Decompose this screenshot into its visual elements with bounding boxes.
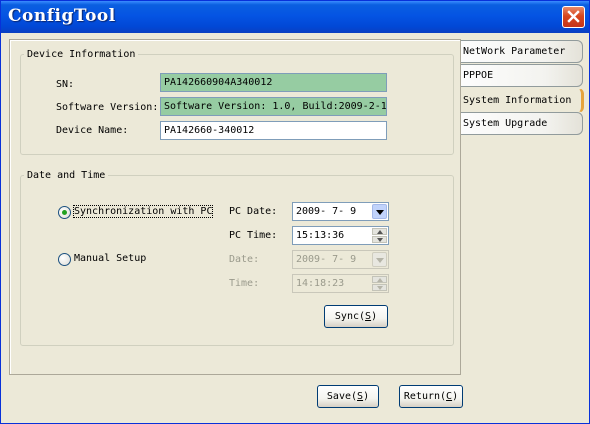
tab-label: System Upgrade	[463, 118, 548, 129]
sync-button[interactable]: Sync(S)	[324, 305, 388, 328]
sn-field[interactable]: PA142660904A340012	[160, 73, 387, 92]
software-version-label: Software Version:	[56, 102, 159, 113]
chevron-down-icon	[376, 258, 384, 263]
date-label: Date:	[229, 254, 260, 265]
sync-with-pc-label[interactable]: Synchronization with PC	[72, 205, 214, 218]
chevron-down-icon	[377, 286, 383, 290]
spin-control[interactable]	[372, 276, 387, 291]
device-name-input[interactable]: PA142660-340012	[160, 121, 387, 140]
group-title: Device Information	[27, 49, 136, 60]
device-name-label: Device Name:	[56, 125, 129, 136]
save-button[interactable]: Save(S)	[317, 385, 379, 408]
chevron-down-icon	[377, 238, 383, 242]
tab-label: NetWork Parameter	[463, 46, 566, 57]
pc-date-picker[interactable]: 2009- 7- 9	[292, 202, 389, 221]
close-button[interactable]	[562, 6, 585, 28]
accelerator-key: C	[446, 391, 453, 402]
chevron-down-icon	[376, 210, 384, 215]
time-value: 14:18:23	[296, 278, 345, 289]
pc-time-spinner[interactable]: 15:13:36	[292, 226, 389, 245]
spin-control[interactable]	[372, 228, 387, 243]
chevron-up-icon	[377, 230, 383, 234]
sync-with-pc-radio[interactable]	[58, 206, 71, 219]
tab-pppoe[interactable]: PPPOE	[460, 64, 583, 87]
radio-selected-dot	[62, 210, 67, 215]
pc-date-value: 2009- 7- 9	[296, 206, 357, 217]
time-label: Time:	[229, 278, 260, 289]
title-bar[interactable]: ConfigTool	[1, 1, 589, 33]
time-spinner[interactable]: 14:18:23	[292, 274, 389, 293]
date-picker[interactable]: 2009- 7- 9	[292, 250, 389, 269]
sn-label: SN:	[56, 79, 75, 90]
manual-setup-label[interactable]: Manual Setup	[74, 253, 146, 264]
spin-down-button[interactable]	[372, 284, 387, 291]
chevron-up-icon	[377, 278, 383, 282]
spin-up-button[interactable]	[372, 276, 387, 283]
pc-time-label: PC Time:	[229, 230, 278, 241]
return-button[interactable]: Return(C)	[399, 385, 463, 408]
accelerator-key: S	[365, 311, 372, 322]
software-version-field[interactable]: Software Version: 1.0, Build:2009-2-1	[160, 97, 387, 116]
group-title: Date and Time	[27, 170, 106, 181]
button-text: Save	[326, 391, 351, 402]
window-title: ConfigTool	[8, 6, 116, 26]
tab-label: PPPOE	[463, 70, 494, 81]
accelerator-key: S	[357, 391, 364, 402]
pc-time-value: 15:13:36	[296, 230, 345, 241]
config-tool-window: ConfigTool NetWork Parameter PPPOE Syste…	[0, 0, 590, 424]
button-text: Sync	[334, 311, 359, 322]
manual-setup-radio[interactable]	[58, 253, 71, 266]
button-text: Return	[403, 391, 441, 402]
spin-down-button[interactable]	[372, 236, 387, 243]
content-panel: Device Information SN: PA142660904A34001…	[9, 39, 461, 375]
dropdown-button[interactable]	[372, 204, 387, 219]
spin-up-button[interactable]	[372, 228, 387, 235]
tab-network-parameter[interactable]: NetWork Parameter	[460, 40, 583, 63]
tab-system-upgrade[interactable]: System Upgrade	[460, 112, 583, 135]
tab-system-information[interactable]: System Information	[460, 88, 584, 113]
dropdown-button[interactable]	[372, 252, 387, 267]
tab-label: System Information	[463, 95, 572, 106]
date-value: 2009- 7- 9	[296, 254, 357, 265]
close-icon	[567, 10, 580, 23]
pc-date-label: PC Date:	[229, 206, 278, 217]
